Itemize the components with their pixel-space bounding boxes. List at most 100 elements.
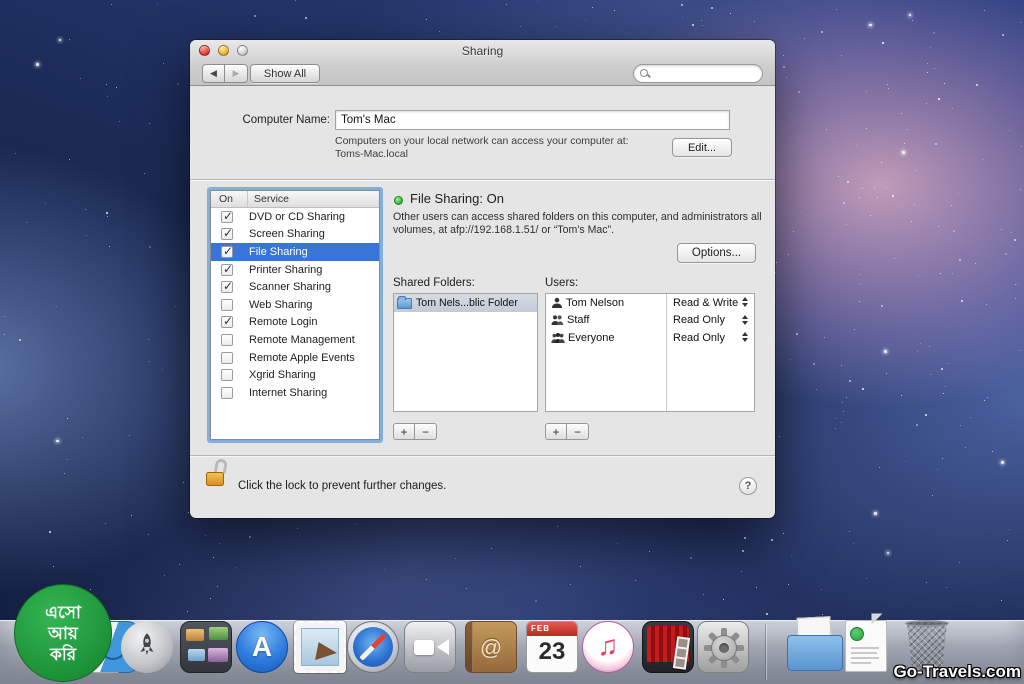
- shared-folder-row[interactable]: Tom Nels...blic Folder: [394, 294, 537, 312]
- dock-address-book-icon[interactable]: @: [465, 621, 517, 673]
- col-service: Service: [247, 191, 289, 207]
- help-button[interactable]: ?: [739, 477, 757, 495]
- edit-button[interactable]: Edit...: [672, 138, 732, 157]
- file-sharing-status-title: File Sharing: On: [410, 191, 504, 206]
- checkbox[interactable]: ✓: [221, 264, 233, 276]
- nav-buttons: ◀ ▶: [202, 64, 248, 83]
- show-all-button[interactable]: Show All: [250, 64, 320, 83]
- users-listbox: Tom Nelson Read & Write Staff Read Only …: [545, 293, 755, 412]
- checkbox[interactable]: ✓: [221, 281, 233, 293]
- col-on: On: [211, 193, 247, 205]
- service-row-screen[interactable]: ✓Screen Sharing: [211, 226, 379, 244]
- dock-photo-booth-icon[interactable]: [642, 621, 694, 673]
- unlocked-padlock-icon[interactable]: [206, 468, 230, 494]
- caption-line2: Toms-Mac.local: [335, 148, 408, 160]
- desktop-wallpaper: Sharing ◀ ▶ Show All Computer Name: Comp…: [0, 0, 1024, 684]
- shared-folders-label: Shared Folders:: [393, 277, 475, 289]
- section-divider: [190, 179, 775, 180]
- dock-divider: [765, 624, 766, 680]
- checkbox[interactable]: [221, 299, 233, 311]
- service-row-file-sharing-selected[interactable]: ✓File Sharing: [211, 243, 379, 261]
- user-row-staff[interactable]: Staff Read Only: [546, 312, 754, 330]
- checkbox[interactable]: ✓: [221, 316, 233, 328]
- dock-safari-icon[interactable]: [347, 621, 399, 673]
- shared-folder-icon: [397, 298, 412, 309]
- computer-name-label: Computer Name:: [190, 114, 330, 126]
- computer-name-input[interactable]: [335, 110, 730, 130]
- permission-stepper[interactable]: [742, 315, 748, 325]
- checkbox[interactable]: ✓: [221, 228, 233, 240]
- add-user-button[interactable]: +: [545, 423, 567, 440]
- dock-document-icon[interactable]: [845, 620, 887, 672]
- green-app-badge: [850, 627, 864, 641]
- service-row-dvd[interactable]: ✓DVD or CD Sharing: [211, 208, 379, 226]
- remove-user-button[interactable]: −: [567, 423, 589, 440]
- calendar-day: 23: [527, 638, 577, 666]
- toolbar: ◀ ▶ Show All: [190, 62, 775, 84]
- service-row-xgrid[interactable]: Xgrid Sharing: [211, 366, 379, 384]
- services-header: On Service: [211, 191, 379, 208]
- search-field[interactable]: [633, 64, 763, 83]
- back-button[interactable]: ◀: [202, 64, 225, 83]
- options-button[interactable]: Options...: [677, 243, 756, 263]
- checkbox[interactable]: [221, 334, 233, 346]
- sharing-window: Sharing ◀ ▶ Show All Computer Name: Comp…: [190, 40, 775, 518]
- rocket-glyph: [132, 631, 162, 661]
- service-row-web[interactable]: Web Sharing: [211, 296, 379, 314]
- permission-stepper[interactable]: [742, 297, 748, 307]
- checkbox[interactable]: [221, 387, 233, 399]
- user-row-everyone[interactable]: Everyone Read Only: [546, 329, 754, 347]
- permission-value[interactable]: Read Only: [673, 314, 725, 326]
- green-bengali-badge: এসো আয় করি: [14, 584, 112, 682]
- file-sharing-description: Other users can access shared folders on…: [393, 211, 763, 237]
- permission-value[interactable]: Read Only: [673, 332, 725, 344]
- dock-downloads-folder-icon[interactable]: [787, 625, 843, 671]
- checkbox[interactable]: ✓: [221, 211, 233, 223]
- forward-button[interactable]: ▶: [225, 64, 248, 83]
- dock-facetime-icon[interactable]: [404, 621, 456, 673]
- dock-launchpad-icon[interactable]: [121, 621, 173, 673]
- services-list: On Service ✓DVD or CD Sharing ✓Screen Sh…: [210, 190, 380, 440]
- dock-mail-icon[interactable]: [294, 621, 346, 673]
- window-title: Sharing: [190, 44, 775, 58]
- calendar-month: FEB: [527, 622, 577, 636]
- users-add-remove: + −: [545, 423, 589, 440]
- dock-mission-control-icon[interactable]: [180, 621, 232, 673]
- computer-name-caption: Computers on your local network can acce…: [335, 135, 665, 161]
- service-row-remote-apple-events[interactable]: Remote Apple Events: [211, 349, 379, 367]
- remove-shared-folder-button[interactable]: −: [415, 423, 437, 440]
- titlebar[interactable]: Sharing: [190, 40, 775, 60]
- music-note-glyph: ♫: [583, 630, 633, 662]
- add-shared-folder-button[interactable]: +: [393, 423, 415, 440]
- service-row-internet[interactable]: Internet Sharing: [211, 384, 379, 402]
- service-row-remote-management[interactable]: Remote Management: [211, 331, 379, 349]
- lock-hint-text: Click the lock to prevent further change…: [238, 480, 446, 492]
- single-user-icon: [551, 297, 563, 309]
- dock-itunes-icon[interactable]: ♫: [582, 621, 634, 673]
- watermark-text: Go-Travels.com: [893, 662, 1021, 682]
- checkbox[interactable]: [221, 352, 233, 364]
- shared-folders-listbox: Tom Nels...blic Folder: [393, 293, 538, 412]
- two-users-icon: [551, 314, 564, 326]
- user-row-tom-nelson[interactable]: Tom Nelson Read & Write: [546, 294, 754, 312]
- permission-stepper[interactable]: [742, 332, 748, 342]
- dock-system-preferences-icon[interactable]: [697, 621, 749, 673]
- group-users-icon: [551, 332, 565, 344]
- caption-line1: Computers on your local network can acce…: [335, 135, 629, 147]
- service-row-printer[interactable]: ✓Printer Sharing: [211, 261, 379, 279]
- window-chrome: Sharing ◀ ▶ Show All: [190, 40, 775, 86]
- checkbox[interactable]: ✓: [221, 246, 233, 258]
- eagle-glyph: [310, 638, 337, 660]
- search-icon: [640, 69, 650, 79]
- shared-folder-name: Tom Nels...blic Folder: [416, 297, 518, 309]
- users-label: Users:: [545, 277, 578, 289]
- service-row-remote-login[interactable]: ✓Remote Login: [211, 314, 379, 332]
- camera-glyph: [414, 640, 434, 655]
- dock-app-store-icon[interactable]: A: [236, 621, 288, 673]
- checkbox[interactable]: [221, 369, 233, 381]
- gear-icon: [704, 628, 744, 668]
- permission-value[interactable]: Read & Write: [673, 297, 738, 309]
- dock-calendar-icon[interactable]: FEB 23: [526, 621, 578, 673]
- at-glyph: @: [466, 635, 516, 661]
- service-row-scanner[interactable]: ✓Scanner Sharing: [211, 278, 379, 296]
